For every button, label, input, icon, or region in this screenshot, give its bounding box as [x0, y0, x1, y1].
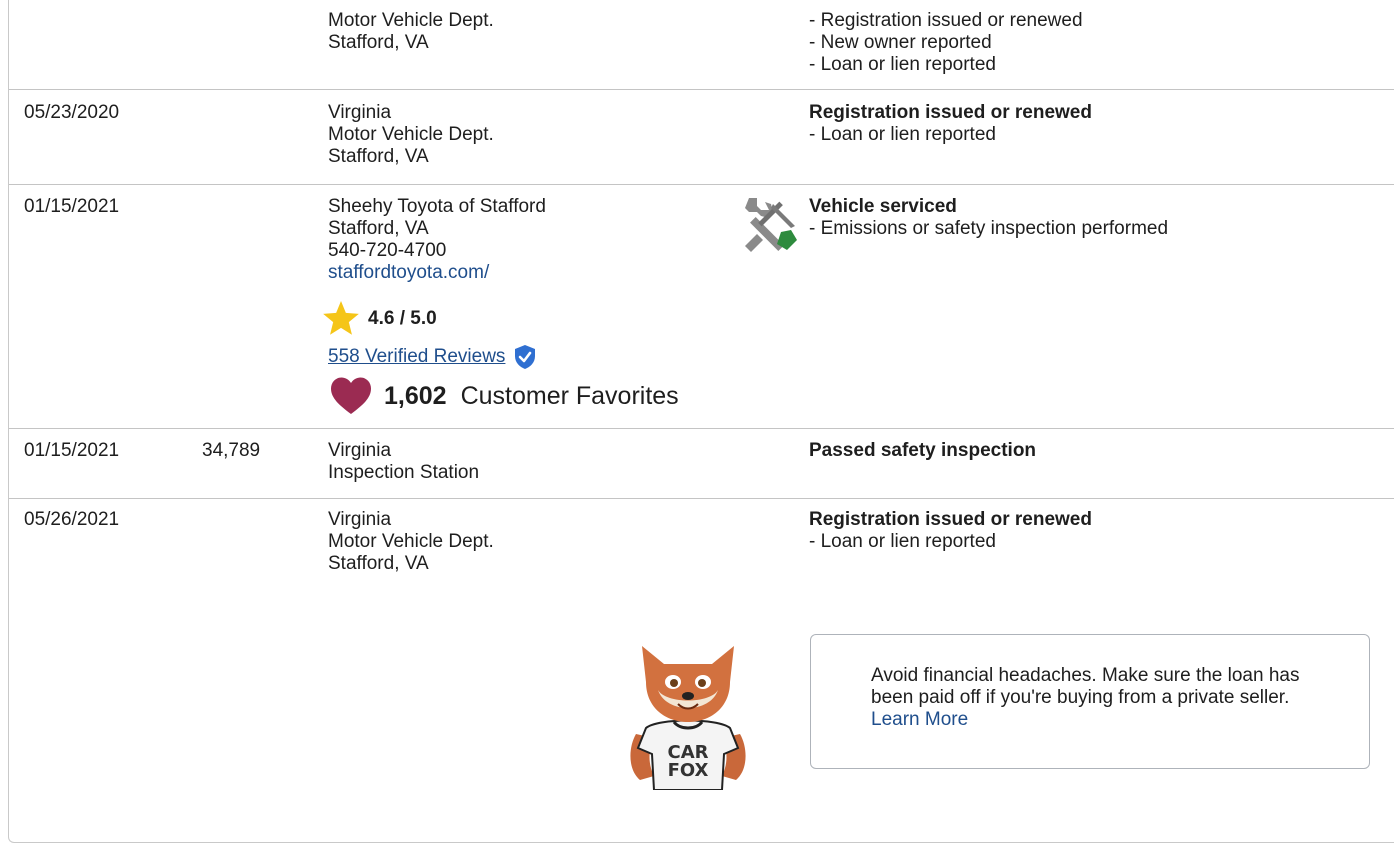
verified-reviews-link[interactable]: 558 Verified Reviews — [328, 344, 505, 370]
detail-line: - New owner reported — [809, 32, 992, 53]
source-line: Stafford, VA — [328, 32, 429, 53]
date-cell: 01/15/2021 — [24, 196, 120, 217]
reviews-row: 558 Verified Reviews — [328, 344, 537, 370]
favorites-label: Customer Favorites — [460, 382, 679, 410]
date-cell: 05/23/2020 — [24, 102, 120, 123]
date-cell: 01/15/2021 — [24, 440, 120, 461]
event-heading: Registration issued or renewed — [809, 509, 1092, 530]
comments-cell: - Registration issued or renewed - New o… — [809, 10, 1083, 76]
verified-shield-icon — [515, 345, 536, 369]
event-heading: Vehicle serviced — [809, 196, 957, 217]
learn-more-link[interactable]: Learn More — [871, 709, 968, 730]
source-line: Virginia — [328, 509, 392, 530]
comments-cell: Vehicle serviced - Emissions or safety i… — [809, 196, 1168, 240]
source-line: Stafford, VA — [328, 146, 429, 167]
event-heading: Passed safety inspection — [809, 440, 1037, 461]
source-cell: Virginia Motor Vehicle Dept. Stafford, V… — [328, 509, 494, 575]
phone-number: 540-720-4700 — [328, 240, 447, 261]
favorites-count: 1,602 — [384, 382, 447, 410]
table-row: Motor Vehicle Dept. Stafford, VA - Regis… — [9, 0, 1394, 90]
detail-line: - Emissions or safety inspection perform… — [809, 218, 1169, 239]
source-line: Motor Vehicle Dept. — [328, 10, 494, 31]
rating-score: 4.6 / 5.0 — [368, 308, 437, 329]
carfox-mascot-image: CAR FOX — [630, 646, 746, 790]
shirt-text-fox: FOX — [668, 760, 709, 781]
source-line: Virginia — [328, 440, 392, 461]
detail-line: - Loan or lien reported — [809, 124, 996, 145]
source-line: Stafford, VA — [328, 553, 429, 574]
source-cell: Sheehy Toyota of Stafford Stafford, VA 5… — [328, 196, 546, 284]
comments-cell: Passed safety inspection — [809, 440, 1036, 462]
star-icon — [323, 301, 359, 335]
comments-cell: Registration issued or renewed - Loan or… — [809, 509, 1092, 553]
source-line: Virginia — [328, 102, 392, 123]
odometer-cell: 34,789 — [202, 440, 261, 461]
table-row: 05/23/2020 Virginia Motor Vehicle Dept. … — [9, 90, 1394, 185]
tip-text-block: Avoid financial headaches. Make sure the… — [871, 665, 1331, 731]
table-row: 01/15/2021 Sheehy Toyota of Stafford Sta… — [9, 185, 1394, 429]
heart-icon — [331, 377, 371, 414]
dealer-rating: 4.6 / 5.0 — [322, 301, 437, 336]
date-cell: 05/26/2021 — [24, 509, 120, 530]
source-cell: Virginia Motor Vehicle Dept. Stafford, V… — [328, 102, 494, 168]
event-heading: Registration issued or renewed — [809, 102, 1092, 123]
dealer-name: Sheehy Toyota of Stafford — [328, 196, 546, 217]
source-line: Stafford, VA — [328, 218, 429, 239]
customer-favorites: 1,602 Customer Favorites — [330, 376, 679, 416]
source-cell: Motor Vehicle Dept. Stafford, VA — [328, 10, 494, 54]
source-line: Motor Vehicle Dept. — [328, 124, 494, 145]
detail-line: - Loan or lien reported — [809, 531, 996, 552]
dealer-website-link[interactable]: staffordtoyota.com/ — [328, 262, 546, 284]
source-line: Motor Vehicle Dept. — [328, 531, 494, 552]
detail-line: - Registration issued or renewed — [809, 10, 1083, 31]
tip-text: Avoid financial headaches. Make sure the… — [871, 665, 1300, 708]
wrench-screwdriver-icon — [745, 198, 797, 252]
source-cell: Virginia Inspection Station — [328, 440, 479, 484]
table-row: 01/15/2021 34,789 Virginia Inspection St… — [9, 429, 1394, 499]
source-line: Inspection Station — [328, 462, 480, 483]
comments-cell: Registration issued or renewed - Loan or… — [809, 102, 1092, 146]
loan-tip-box: Avoid financial headaches. Make sure the… — [810, 634, 1370, 769]
detail-line: - Loan or lien reported — [809, 54, 996, 75]
